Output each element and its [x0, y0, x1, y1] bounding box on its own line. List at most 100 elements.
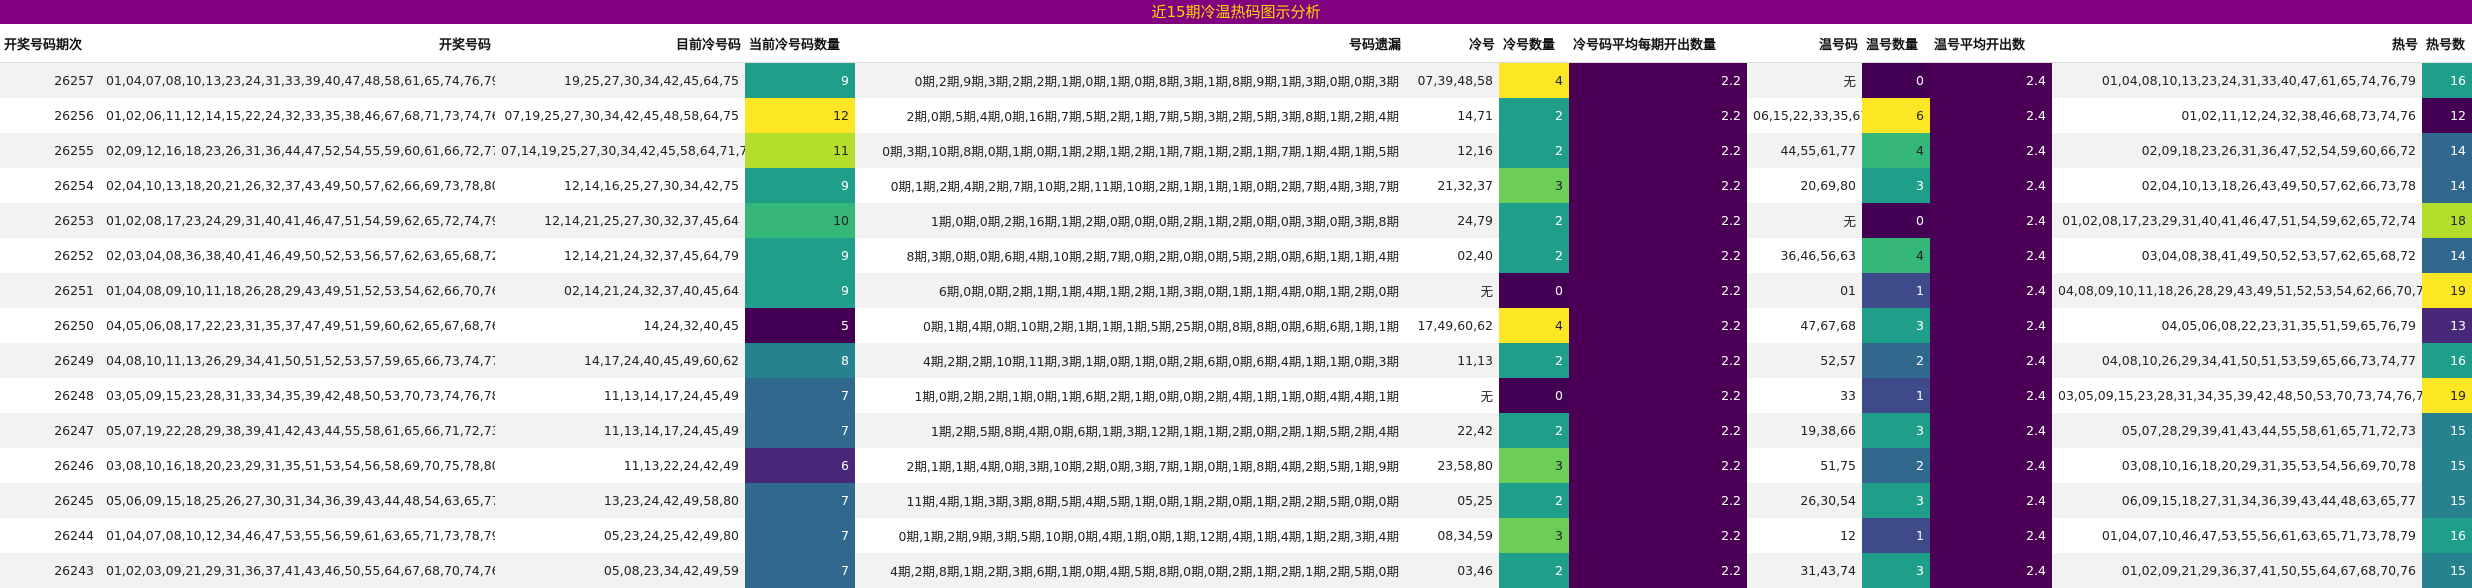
cell-omission: 6期,0期,0期,2期,1期,1期,4期,1期,2期,1期,3期,0期,1期,1… [855, 273, 1405, 308]
table-row: 2625402,04,10,13,18,20,21,26,32,37,43,49… [0, 168, 2472, 203]
cell-cold: 24,79 [1405, 203, 1499, 238]
cell-warm-avg: 2.4 [1930, 343, 2052, 378]
cell-warm: 19,38,66 [1747, 413, 1862, 448]
cell-warm-qty: 3 [1862, 168, 1930, 203]
cell-cold-numbers: 19,25,27,30,34,42,45,64,75 [495, 63, 745, 99]
cell-cold-avg: 2.2 [1569, 413, 1747, 448]
cell-omission: 0期,1期,2期,4期,2期,7期,10期,2期,11期,10期,2期,1期,1… [855, 168, 1405, 203]
table-row: 2624904,08,10,11,13,26,29,34,41,50,51,52… [0, 343, 2472, 378]
header-cold-numbers: 目前冷号码 [495, 24, 745, 63]
cell-omission: 11期,4期,1期,3期,3期,8期,5期,4期,5期,1期,0期,1期,2期,… [855, 483, 1405, 518]
cell-cold-avg: 2.2 [1569, 273, 1747, 308]
cell-draw-numbers: 02,04,10,13,18,20,21,26,32,37,43,49,50,5… [100, 168, 495, 203]
cell-warm-avg: 2.4 [1930, 98, 2052, 133]
cell-warm: 52,57 [1747, 343, 1862, 378]
table-row: 2625004,05,06,08,17,22,23,31,35,37,47,49… [0, 308, 2472, 343]
cell-cold-qty: 2 [1499, 203, 1569, 238]
cell-hot-qty: 15 [2422, 553, 2472, 588]
cell-hot-qty: 15 [2422, 483, 2472, 518]
cell-cold-avg: 2.2 [1569, 98, 1747, 133]
cell-period: 26245 [0, 483, 100, 518]
cell-cold-numbers: 14,24,32,40,45 [495, 308, 745, 343]
cell-warm: 12 [1747, 518, 1862, 553]
cell-cold-qty: 3 [1499, 168, 1569, 203]
cell-omission: 1期,2期,5期,8期,4期,0期,6期,1期,3期,12期,1期,1期,2期,… [855, 413, 1405, 448]
cell-cold-count: 7 [745, 378, 855, 413]
cell-cold-qty: 4 [1499, 308, 1569, 343]
cell-warm-qty: 2 [1862, 448, 1930, 483]
cell-warm: 无 [1747, 63, 1862, 99]
cell-cold-numbers: 05,23,24,25,42,49,80 [495, 518, 745, 553]
cell-warm: 01 [1747, 273, 1862, 308]
cell-warm-qty: 3 [1862, 553, 1930, 588]
header-hot: 热号 [2052, 24, 2422, 63]
cell-cold-avg: 2.2 [1569, 238, 1747, 273]
table-row: 2625601,02,06,11,12,14,15,22,24,32,33,35… [0, 98, 2472, 133]
cell-hot: 03,05,09,15,23,28,31,34,35,39,42,48,50,5… [2052, 378, 2422, 413]
cell-hot: 05,07,28,29,39,41,43,44,55,58,61,65,71,7… [2052, 413, 2422, 448]
cell-cold-count: 10 [745, 203, 855, 238]
cell-warm-avg: 2.4 [1930, 238, 2052, 273]
cell-draw-numbers: 01,02,08,17,23,24,29,31,40,41,46,47,51,5… [100, 203, 495, 238]
cell-cold-numbers: 11,13,14,17,24,45,49 [495, 378, 745, 413]
cell-hot-qty: 14 [2422, 168, 2472, 203]
cell-hot: 01,02,11,12,24,32,38,46,68,73,74,76 [2052, 98, 2422, 133]
cell-warm-avg: 2.4 [1930, 483, 2052, 518]
cell-cold-qty: 2 [1499, 553, 1569, 588]
cell-cold-count: 8 [745, 343, 855, 378]
cell-hot: 04,08,10,26,29,34,41,50,51,53,59,65,66,7… [2052, 343, 2422, 378]
cell-warm-avg: 2.4 [1930, 448, 2052, 483]
cell-cold-numbers: 12,14,21,25,27,30,32,37,45,64 [495, 203, 745, 238]
cell-period: 26254 [0, 168, 100, 203]
cell-cold-avg: 2.2 [1569, 378, 1747, 413]
cell-hot-qty: 14 [2422, 133, 2472, 168]
cell-warm-qty: 1 [1862, 378, 1930, 413]
cell-cold-count: 9 [745, 238, 855, 273]
cell-warm-qty: 3 [1862, 413, 1930, 448]
header-omission: 号码遗漏 [855, 24, 1405, 63]
cell-period: 26248 [0, 378, 100, 413]
table-row: 2625502,09,12,16,18,23,26,31,36,44,47,52… [0, 133, 2472, 168]
cell-hot-qty: 16 [2422, 518, 2472, 553]
cell-draw-numbers: 02,03,04,08,36,38,40,41,46,49,50,52,53,5… [100, 238, 495, 273]
cell-cold-avg: 2.2 [1569, 343, 1747, 378]
cell-draw-numbers: 04,08,10,11,13,26,29,34,41,50,51,52,53,5… [100, 343, 495, 378]
header-hot-qty: 热号数 [2422, 24, 2472, 63]
cell-cold: 14,71 [1405, 98, 1499, 133]
cell-period: 26246 [0, 448, 100, 483]
cell-cold-avg: 2.2 [1569, 168, 1747, 203]
cell-hot: 06,09,15,18,27,31,34,36,39,43,44,48,63,6… [2052, 483, 2422, 518]
cell-cold-count: 7 [745, 413, 855, 448]
cell-cold-avg: 2.2 [1569, 553, 1747, 588]
cell-warm: 31,43,74 [1747, 553, 1862, 588]
table-row: 2625701,04,07,08,10,13,23,24,31,33,39,40… [0, 63, 2472, 99]
cell-cold-avg: 2.2 [1569, 518, 1747, 553]
cell-draw-numbers: 05,06,09,15,18,25,26,27,30,31,34,36,39,4… [100, 483, 495, 518]
header-draw-numbers: 开奖号码 [100, 24, 495, 63]
cell-cold-count: 9 [745, 168, 855, 203]
cell-period: 26249 [0, 343, 100, 378]
header-warm-avg: 温号平均开出数 [1930, 24, 2052, 63]
cell-cold-count: 11 [745, 133, 855, 168]
cell-draw-numbers: 01,04,07,08,10,13,23,24,31,33,39,40,47,4… [100, 63, 495, 99]
cell-cold-count: 7 [745, 553, 855, 588]
cell-cold-qty: 2 [1499, 98, 1569, 133]
cell-cold: 23,58,80 [1405, 448, 1499, 483]
cell-cold-qty: 3 [1499, 448, 1569, 483]
cell-omission: 4期,2期,2期,10期,11期,3期,1期,0期,1期,0期,2期,6期,0期… [855, 343, 1405, 378]
cell-hot: 01,02,09,21,29,36,37,41,50,55,64,67,68,7… [2052, 553, 2422, 588]
cell-hot-qty: 14 [2422, 238, 2472, 273]
cell-cold: 08,34,59 [1405, 518, 1499, 553]
cell-cold: 12,16 [1405, 133, 1499, 168]
cell-hot: 03,08,10,16,18,20,29,31,35,53,54,56,69,7… [2052, 448, 2422, 483]
cell-cold-count: 9 [745, 273, 855, 308]
cell-omission: 2期,0期,5期,4期,0期,16期,7期,5期,2期,1期,7期,5期,3期,… [855, 98, 1405, 133]
header-cold-qty: 冷号数量 [1499, 24, 1569, 63]
cell-warm-qty: 1 [1862, 518, 1930, 553]
cell-warm: 44,55,61,77 [1747, 133, 1862, 168]
cell-cold-count: 9 [745, 63, 855, 99]
cell-hot: 03,04,08,38,41,49,50,52,53,57,62,65,68,7… [2052, 238, 2422, 273]
cell-warm-avg: 2.4 [1930, 273, 2052, 308]
cell-draw-numbers: 01,04,08,09,10,11,18,26,28,29,43,49,51,5… [100, 273, 495, 308]
cell-cold-avg: 2.2 [1569, 133, 1747, 168]
